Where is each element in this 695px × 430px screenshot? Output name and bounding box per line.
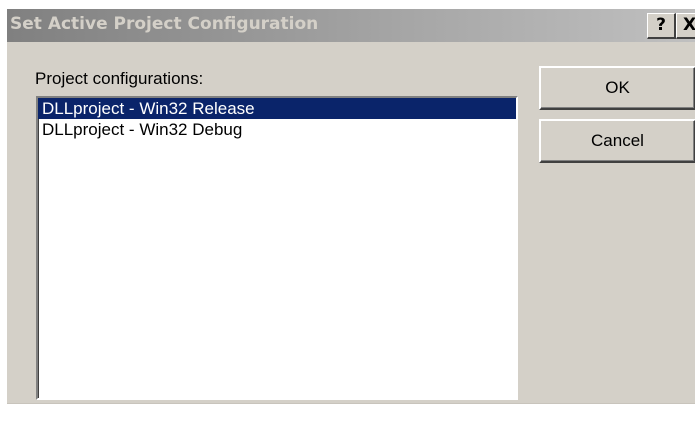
help-button[interactable]: ?	[647, 13, 676, 39]
cancel-button[interactable]: Cancel	[539, 119, 695, 163]
configuration-item-debug[interactable]: DLLproject - Win32 Debug	[38, 119, 516, 140]
title-bar[interactable]: Set Active Project Configuration ? X	[7, 9, 695, 42]
project-configurations-label: Project configurations:	[35, 69, 204, 88]
ok-button[interactable]: OK	[539, 66, 695, 110]
set-active-configuration-dialog: Set Active Project Configuration ? X Pro…	[7, 9, 695, 404]
dialog-title: Set Active Project Configuration	[10, 14, 319, 34]
configurations-listbox[interactable]: DLLproject - Win32 Release DLLproject - …	[36, 96, 518, 400]
configuration-item-release[interactable]: DLLproject - Win32 Release	[38, 98, 516, 119]
close-button[interactable]: X	[676, 13, 695, 39]
